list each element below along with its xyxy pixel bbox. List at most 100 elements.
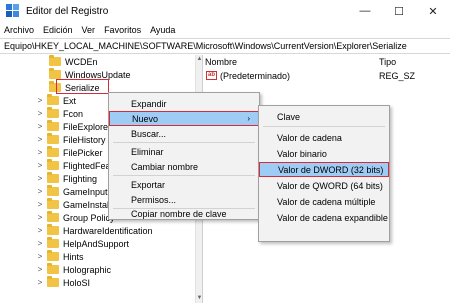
folder-icon bbox=[47, 250, 59, 261]
submenu-valor-cadena-multiple[interactable]: Valor de cadena múltiple bbox=[259, 194, 389, 209]
tree-item-label: Ext bbox=[63, 95, 77, 106]
submenu-valor-cadena[interactable]: Valor de cadena bbox=[259, 130, 389, 145]
menu-separator bbox=[113, 175, 255, 176]
tree-item-label: HelpAndSupport bbox=[63, 238, 130, 249]
menu-favoritos[interactable]: Favoritos bbox=[104, 25, 141, 35]
menu-label: Valor binario bbox=[277, 148, 327, 159]
new-submenu: Clave Valor de cadena Valor binario Valo… bbox=[258, 105, 390, 242]
chevron-right-icon[interactable]: > bbox=[36, 174, 44, 183]
menu-label: Buscar... bbox=[131, 128, 167, 139]
chevron-right-icon[interactable]: > bbox=[36, 96, 44, 105]
context-menu: Expandir Nuevo › Buscar... Eliminar Camb… bbox=[108, 92, 260, 220]
menu-permisos[interactable]: Permisos... bbox=[109, 192, 259, 207]
menu-label: Valor de QWORD (64 bits) bbox=[277, 180, 383, 191]
chevron-right-icon[interactable]: > bbox=[36, 252, 44, 261]
tree-item-wcden[interactable]: WCDEn bbox=[49, 55, 98, 68]
value-type: REG_SZ bbox=[379, 70, 416, 81]
address-bar[interactable]: Equipo\HKEY_LOCAL_MACHINE\SOFTWARE\Micro… bbox=[0, 38, 450, 54]
menu-eliminar[interactable]: Eliminar bbox=[109, 144, 259, 159]
column-header-name[interactable]: Nombre bbox=[205, 55, 237, 68]
tree-item-group-policy[interactable]: > Group Policy bbox=[36, 211, 115, 224]
close-button[interactable]: ✕ bbox=[416, 0, 450, 22]
tree-item-gameinstalle[interactable]: > GameInstalle bbox=[36, 198, 116, 211]
menu-label: Expandir bbox=[131, 98, 167, 109]
menu-label: Exportar bbox=[131, 179, 166, 190]
tree-item-flightedfeat[interactable]: > FlightedFeat bbox=[36, 159, 113, 172]
submenu-valor-qword[interactable]: Valor de QWORD (64 bits) bbox=[259, 178, 389, 193]
chevron-right-icon[interactable]: > bbox=[36, 265, 44, 274]
folder-icon bbox=[47, 276, 59, 287]
tree-item-label: HoloSI bbox=[63, 277, 91, 288]
chevron-right-icon[interactable]: > bbox=[36, 200, 44, 209]
value-name: (Predeterminado) bbox=[220, 70, 291, 81]
folder-icon bbox=[47, 107, 59, 118]
submenu-valor-binario[interactable]: Valor binario bbox=[259, 146, 389, 161]
submenu-valor-cadena-expandible[interactable]: Valor de cadena expandible bbox=[259, 210, 389, 225]
menu-separator bbox=[263, 126, 385, 127]
tree-item-filepicker[interactable]: > FilePicker bbox=[36, 146, 103, 159]
menu-ver[interactable]: Ver bbox=[82, 25, 96, 35]
tree-item-holographic[interactable]: > Holographic bbox=[36, 263, 111, 276]
tree-item-holosi[interactable]: > HoloSI bbox=[36, 276, 90, 289]
value-row[interactable]: ab (Predeterminado) REG_SZ bbox=[203, 69, 415, 82]
chevron-right-icon[interactable]: > bbox=[36, 187, 44, 196]
tree-item-hardwareidentification[interactable]: > HardwareIdentification bbox=[36, 224, 153, 237]
menu-bar: Archivo Edición Ver Favoritos Ayuda bbox=[0, 22, 450, 38]
chevron-right-icon[interactable]: > bbox=[36, 226, 44, 235]
tree-item-label: Holographic bbox=[63, 264, 112, 275]
string-value-icon: ab bbox=[206, 71, 217, 80]
menu-buscar[interactable]: Buscar... bbox=[109, 126, 259, 141]
folder-icon bbox=[47, 211, 59, 222]
menu-nuevo[interactable]: Nuevo › bbox=[109, 111, 259, 126]
tree-item-filehistory[interactable]: > FileHistory bbox=[36, 133, 106, 146]
menu-label: Eliminar bbox=[131, 146, 164, 157]
folder-icon bbox=[47, 146, 59, 157]
column-header-type[interactable]: Tipo bbox=[379, 55, 396, 68]
chevron-right-icon[interactable]: > bbox=[36, 148, 44, 157]
menu-label: Valor de cadena bbox=[277, 132, 342, 143]
chevron-right-icon[interactable]: > bbox=[36, 109, 44, 118]
chevron-right-icon[interactable]: > bbox=[36, 135, 44, 144]
window-title: Editor del Registro bbox=[26, 5, 109, 17]
menu-label: Valor de DWORD (32 bits) bbox=[278, 164, 384, 175]
folder-icon bbox=[47, 185, 59, 196]
menu-label: Nuevo bbox=[132, 113, 159, 124]
tree-item-label: Fcon bbox=[63, 108, 84, 119]
tree-item-label: FilePicker bbox=[63, 147, 103, 158]
chevron-right-icon[interactable]: > bbox=[36, 278, 44, 287]
menu-expandir[interactable]: Expandir bbox=[109, 96, 259, 111]
tree-item-fcon[interactable]: > Fcon bbox=[36, 107, 83, 120]
tree-item-hints[interactable]: > Hints bbox=[36, 250, 84, 263]
folder-icon bbox=[47, 133, 59, 144]
tree-item-label: Flighting bbox=[63, 173, 98, 184]
tree-item-flighting[interactable]: > Flighting bbox=[36, 172, 97, 185]
menu-copiar-nombre[interactable]: Copiar nombre de clave bbox=[109, 206, 259, 221]
tree-item-ext[interactable]: > Ext bbox=[36, 94, 76, 107]
chevron-right-icon[interactable]: > bbox=[36, 161, 44, 170]
menu-ayuda[interactable]: Ayuda bbox=[150, 25, 175, 35]
tree-item-helpandsupport[interactable]: > HelpAndSupport bbox=[36, 237, 129, 250]
folder-icon bbox=[47, 198, 59, 209]
menu-label: Clave bbox=[277, 111, 301, 122]
menu-exportar[interactable]: Exportar bbox=[109, 177, 259, 192]
folder-icon bbox=[47, 159, 59, 170]
menu-cambiar-nombre[interactable]: Cambiar nombre bbox=[109, 159, 259, 174]
submenu-clave[interactable]: Clave bbox=[259, 109, 389, 124]
tree-item-gameinput[interactable]: > GameInput bbox=[36, 185, 108, 198]
maximize-button[interactable]: ☐ bbox=[382, 0, 416, 22]
chevron-right-icon[interactable]: > bbox=[36, 239, 44, 248]
tree-item-label: Hints bbox=[63, 251, 84, 262]
folder-icon bbox=[47, 263, 59, 274]
menu-edicion[interactable]: Edición bbox=[43, 25, 73, 35]
folder-icon bbox=[47, 120, 59, 131]
minimize-button[interactable]: — bbox=[348, 0, 382, 22]
folder-icon bbox=[49, 55, 61, 66]
menu-label: Valor de cadena múltiple bbox=[277, 196, 376, 207]
menu-archivo[interactable]: Archivo bbox=[4, 25, 34, 35]
tree-item-fileexplorer[interactable]: > FileExplorer bbox=[36, 120, 111, 133]
chevron-right-icon[interactable]: > bbox=[36, 213, 44, 222]
chevron-right-icon[interactable]: > bbox=[36, 122, 44, 131]
menu-separator bbox=[113, 142, 255, 143]
submenu-valor-dword[interactable]: Valor de DWORD (32 bits) bbox=[259, 162, 389, 177]
folder-icon bbox=[47, 224, 59, 235]
